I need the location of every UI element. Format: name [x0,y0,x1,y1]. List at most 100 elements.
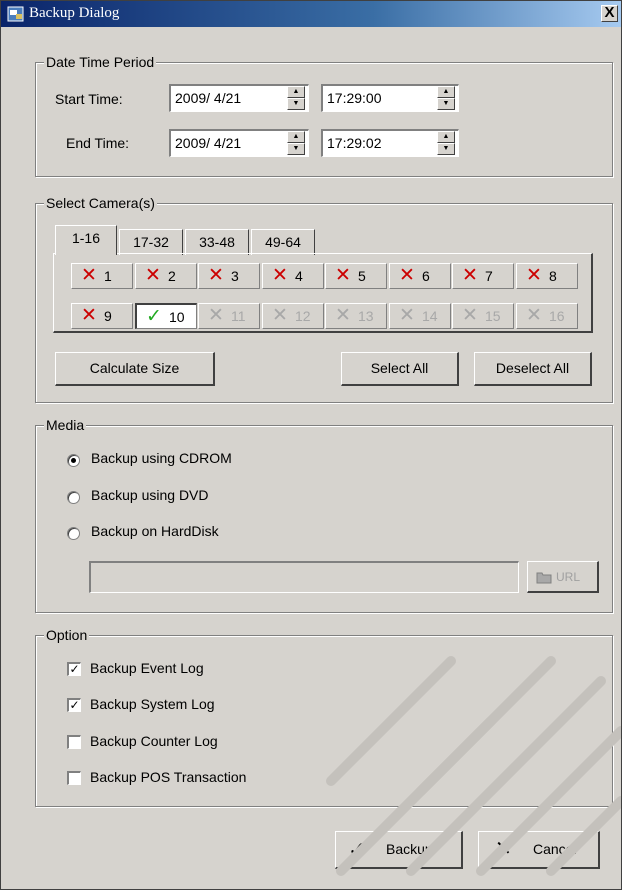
end-date-value: 2009/ 4/21 [175,135,242,151]
cancel-label: Cancel [533,841,577,857]
camera-number: 3 [231,268,239,284]
start-time-spinner[interactable]: ▲ ▼ [437,86,455,110]
option-checkbox-2[interactable] [67,735,81,749]
option-checkbox-0[interactable]: ✓ [67,662,81,676]
option-label[interactable]: Backup Counter Log [90,733,218,749]
backup-dialog-window: Backup Dialog X Date Time Period Start T… [0,0,622,890]
x-icon: ✕ [272,265,288,286]
x-icon: ✕ [526,265,542,286]
x-icon: ✕ [272,305,288,326]
start-time-label: Start Time: [55,91,123,107]
camera-5-button[interactable]: ✕ 5 [325,263,387,289]
camera-number: 4 [295,268,303,284]
camera-12-button: ✕ 12 [262,303,324,329]
checkmark-icon: ✓ [69,662,80,676]
option-checkbox-1[interactable]: ✓ [67,698,81,712]
spin-up-icon[interactable]: ▲ [287,131,305,143]
camera-7-button[interactable]: ✕ 7 [452,263,514,289]
select-cameras-title: Select Camera(s) [44,194,157,212]
camera-2-button[interactable]: ✕ 2 [135,263,197,289]
camera-number: 8 [549,268,557,284]
tab-33-48[interactable]: 33-48 [185,229,249,255]
tab-17-32[interactable]: 17-32 [119,229,183,255]
spin-down-icon[interactable]: ▼ [287,98,305,110]
camera-number: 11 [231,308,246,324]
x-icon: ✕ [462,265,478,286]
calculate-size-button[interactable]: Calculate Size [55,352,215,386]
camera-10-button[interactable]: ✓ 10 [135,303,197,329]
camera-4-button[interactable]: ✕ 4 [262,263,324,289]
option-label[interactable]: Backup POS Transaction [90,769,246,785]
camera-15-button: ✕ 15 [452,303,514,329]
camera-number: 15 [485,308,501,324]
x-icon: ✕ [399,265,415,286]
x-icon: ✕ [208,265,224,286]
spin-down-icon[interactable]: ▼ [287,143,305,155]
url-button-label: URL [556,570,581,584]
camera-number: 13 [358,308,374,324]
app-icon [7,6,24,22]
calculate-size-label: Calculate Size [89,360,180,376]
option-checkbox-3[interactable] [67,771,81,785]
x-icon: ✕ [145,265,161,286]
media-title: Media [44,416,87,434]
media-radio-2[interactable] [67,527,80,540]
close-button[interactable]: X [601,5,618,22]
camera-16-button: ✕ 16 [516,303,578,329]
camera-1-button[interactable]: ✕ 1 [71,263,133,289]
camera-number: 10 [169,309,185,325]
start-date-spinner[interactable]: ▲ ▼ [287,86,305,110]
radio-selected-dot [71,458,76,463]
title-bar[interactable]: Backup Dialog X [1,1,621,27]
spin-down-icon[interactable]: ▼ [437,98,455,110]
camera-number: 6 [422,268,430,284]
x-icon: ✕ [81,305,97,326]
camera-number: 2 [168,268,176,284]
camera-6-button[interactable]: ✕ 6 [389,263,451,289]
media-option-label[interactable]: Backup on HardDisk [91,523,219,539]
x-icon: ✕ [495,838,512,860]
backup-button[interactable]: ✓ Backup [335,831,463,869]
x-icon: ✕ [208,305,224,326]
end-time-spinner[interactable]: ▲ ▼ [437,131,455,155]
x-icon: ✕ [526,305,542,326]
url-button[interactable]: URL [527,561,599,593]
backup-label: Backup [386,841,433,857]
checkmark-icon: ✓ [69,698,80,712]
end-time-label: End Time: [66,135,130,151]
camera-3-button[interactable]: ✕ 3 [198,263,260,289]
x-icon: ✕ [462,305,478,326]
media-option-label[interactable]: Backup using DVD [91,487,209,503]
start-time-value: 17:29:00 [327,90,382,106]
camera-9-button[interactable]: ✕ 9 [71,303,133,329]
date-time-period-group: Date Time Period [35,53,613,177]
camera-number: 12 [295,308,311,324]
start-date-value: 2009/ 4/21 [175,90,242,106]
tab-49-64[interactable]: 49-64 [251,229,315,255]
camera-number: 1 [104,268,112,284]
cancel-button[interactable]: ✕ Cancel [478,831,600,869]
tab-label: 17-32 [133,234,169,250]
x-icon: ✕ [335,305,351,326]
select-all-button[interactable]: Select All [341,352,459,386]
spin-up-icon[interactable]: ▲ [437,86,455,98]
camera-number: 9 [104,308,112,324]
option-label[interactable]: Backup System Log [90,696,215,712]
camera-11-button: ✕ 11 [198,303,260,329]
media-option-label[interactable]: Backup using CDROM [91,450,232,466]
media-radio-0[interactable] [67,454,80,467]
x-icon: ✕ [399,305,415,326]
deselect-all-button[interactable]: Deselect All [474,352,592,386]
spin-down-icon[interactable]: ▼ [437,143,455,155]
harddisk-path-field [89,561,519,593]
deselect-all-label: Deselect All [495,360,570,376]
end-date-spinner[interactable]: ▲ ▼ [287,131,305,155]
tab-label: 33-48 [199,234,235,250]
spin-up-icon[interactable]: ▲ [437,131,455,143]
x-icon: ✕ [335,265,351,286]
tab-1-16[interactable]: 1-16 [55,225,117,255]
option-label[interactable]: Backup Event Log [90,660,204,676]
spin-up-icon[interactable]: ▲ [287,86,305,98]
camera-8-button[interactable]: ✕ 8 [516,263,578,289]
media-radio-1[interactable] [67,491,80,504]
